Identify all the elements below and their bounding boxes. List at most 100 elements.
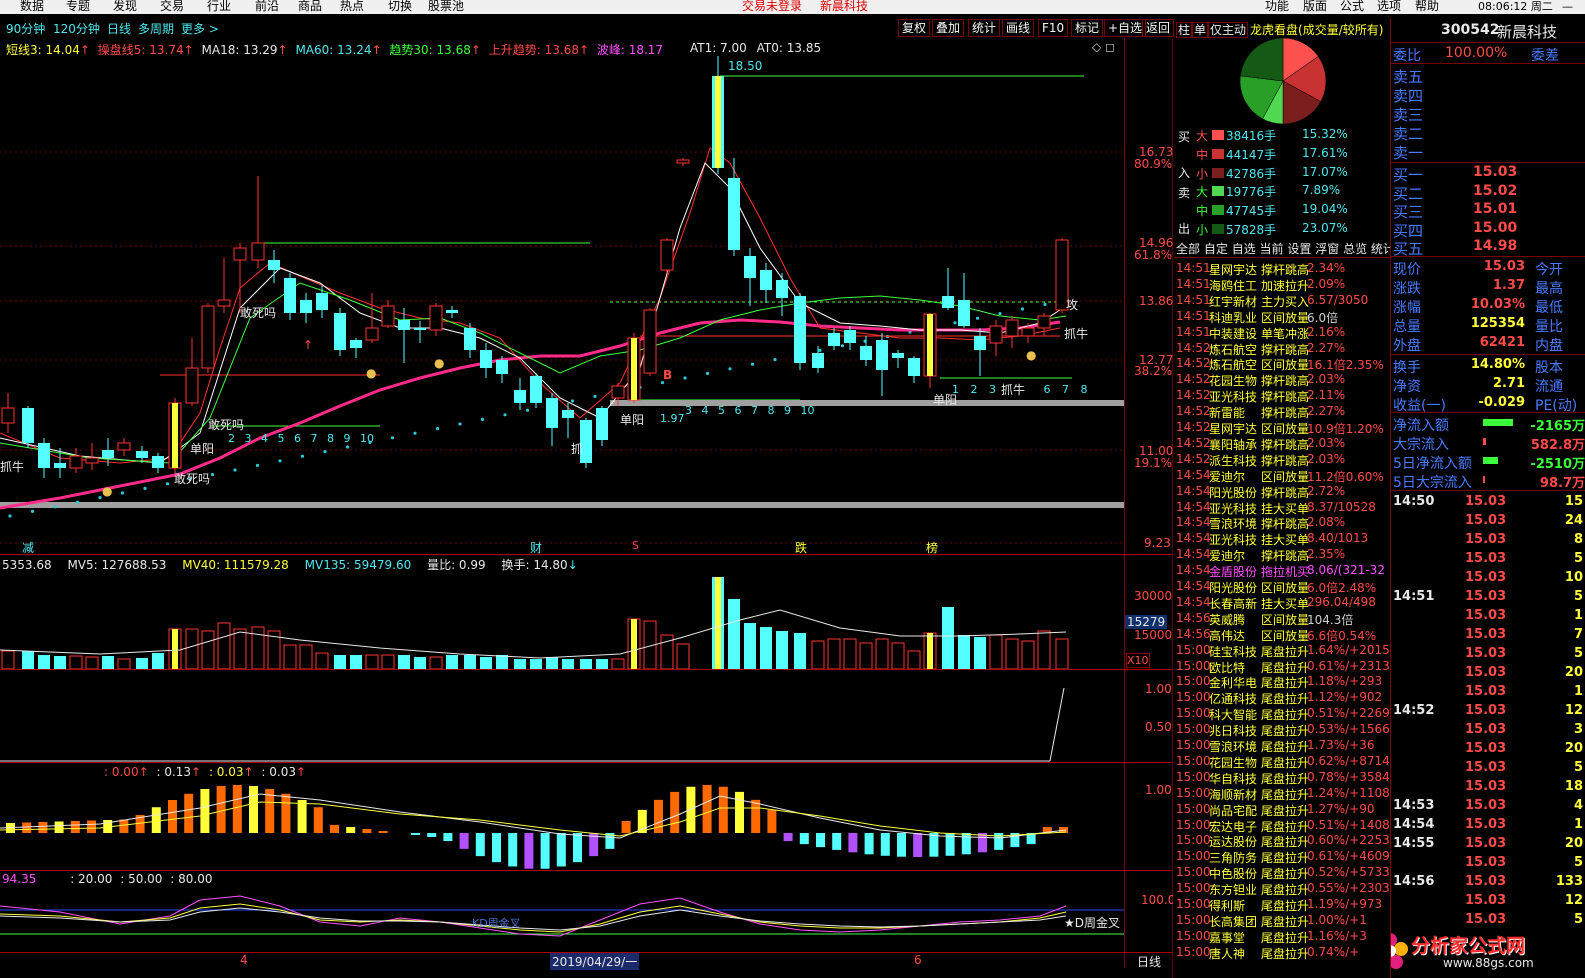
radar-row[interactable]: 15:00 科大智能 尾盘拉升 0.51%/+2269 — [1174, 705, 1390, 722]
radar-row[interactable]: 15:00 金利华电 尾盘拉升 1.18%/+293 — [1174, 673, 1390, 690]
radar-row[interactable]: 14:52 派生科技 撑杆跳高 2.03% — [1174, 451, 1390, 468]
radar-row[interactable]: 14:54 亚光科技 挂大买单 8.37/10528 — [1174, 499, 1390, 516]
bid-row[interactable]: 买二 15.02 — [1391, 182, 1585, 203]
menu-item-industry[interactable]: 行业 — [207, 0, 231, 13]
period-daily[interactable]: 日线 — [107, 20, 131, 37]
radar-row[interactable]: 14:52 炼石航空 撑杆跳高 2.27% — [1174, 340, 1390, 357]
ask-row[interactable]: 卖四 — [1391, 84, 1585, 105]
radar-row[interactable]: 14:54 亚光科技 挂大买单 8.40/1013 — [1174, 530, 1390, 547]
radar-row[interactable]: 14:54 长春高新 挂大买单 296.04/498 — [1174, 594, 1390, 611]
menu-item-hotspot[interactable]: 热点 — [340, 0, 364, 13]
radar-row[interactable]: 15:00 硅宝科技 尾盘拉升 1.64%/+2015 — [1174, 642, 1390, 659]
bid-row[interactable]: 买一 15.03 — [1391, 163, 1585, 184]
period-label[interactable]: 日线 — [1137, 953, 1161, 970]
radar-row[interactable]: 14:51 科迪乳业 区间放量 6.0倍 — [1174, 308, 1390, 325]
radar-row[interactable]: 15:00 嘉事堂 尾盘拉升 1.16%/+3 — [1174, 928, 1390, 945]
radar-row[interactable]: 15:00 长高集团 尾盘拉升 1.00%/+1 — [1174, 912, 1390, 929]
tab-dragon[interactable]: 龙虎看盘(成交量/较所有) — [1250, 23, 1383, 37]
menu-item-stockpool[interactable]: 股票池 — [428, 0, 464, 13]
mark-button[interactable]: 标记 — [1071, 19, 1104, 37]
radar-row[interactable]: 15:00 海顺新材 尾盘拉升 1.24%/+1108 — [1174, 785, 1390, 802]
ask-row[interactable]: 卖二 — [1391, 122, 1585, 143]
period-more[interactable]: 更多 > — [181, 20, 219, 37]
radar-row[interactable]: 15:00 三角防务 尾盘拉升 0.61%/+4609 — [1174, 848, 1390, 865]
menu-item-trade[interactable]: 交易 — [160, 0, 184, 13]
radar-row[interactable]: 14:54 阳光股份 撑杆跳高 2.72% — [1174, 483, 1390, 500]
radar-row[interactable]: 14:51 星网宇达 撑杆跳高 2.34% — [1174, 260, 1390, 277]
tab-bar[interactable]: 柱 — [1176, 22, 1193, 38]
bid-row[interactable]: 买四 15.00 — [1391, 219, 1585, 240]
menu-item-functions[interactable]: 功能 — [1265, 0, 1289, 13]
radar-row[interactable]: 15:00 欧比特 尾盘拉升 0.61%/+2313 — [1174, 658, 1390, 675]
kdj-chart[interactable] — [0, 886, 1124, 952]
menu-item-layout[interactable]: 版面 — [1303, 0, 1327, 13]
menu-item-data[interactable]: 数据 — [20, 0, 44, 13]
chart-area[interactable]: 短线3: 14.04↑ 操盘线5: 13.74↑ MA18: 13.29↑ MA… — [0, 38, 1173, 978]
macd-chart[interactable] — [0, 778, 1124, 870]
filter-custom[interactable]: 自定 — [1204, 242, 1228, 256]
minimize-icon[interactable]: — — [1562, 0, 1573, 13]
f10-button[interactable]: F10 — [1038, 19, 1069, 37]
radar-row[interactable]: 14:54 阳光股份 区间放量 6.0倍2.48% — [1174, 578, 1390, 595]
radar-row[interactable]: 14:51 中装建设 单笔冲涨 2.16% — [1174, 324, 1390, 341]
tick-list[interactable]: 14:50 15.03 15 15.03 24 15.03 8 15.03 5 … — [1391, 493, 1585, 978]
radar-row[interactable]: 14:51 海鸥住工 加速拉升 2.09% — [1174, 276, 1390, 293]
radar-row[interactable]: 14:54 爱迪尔 撑杆跳高 2.35% — [1174, 546, 1390, 563]
draw-button[interactable]: 画线 — [1002, 19, 1035, 37]
filter-settings[interactable]: 设置 — [1287, 242, 1311, 256]
period-multi[interactable]: 多周期 — [138, 20, 174, 37]
bid-row[interactable]: 买三 15.01 — [1391, 200, 1585, 221]
menu-item-discover[interactable]: 发现 — [113, 0, 137, 13]
filter-overview[interactable]: 总览 — [1343, 242, 1367, 256]
bid-row[interactable]: 买五 14.98 — [1391, 237, 1585, 258]
filter-float[interactable]: 浮窗 — [1315, 242, 1339, 256]
stats-button[interactable]: 统计 — [968, 19, 1001, 37]
radar-row[interactable]: 14:56 英威腾 区间放量 104.3倍 — [1174, 610, 1390, 627]
adjust-button[interactable]: 复权 — [898, 19, 931, 37]
menu-item-commodity[interactable]: 商品 — [298, 0, 322, 13]
candlestick-chart[interactable] — [0, 38, 1124, 558]
radar-row[interactable]: 15:00 唐人神 尾盘拉升 0.74%/+ — [1174, 944, 1390, 961]
radar-row[interactable]: 14:54 爱迪尔 区间放量 11.2倍0.60% — [1174, 467, 1390, 484]
menu-item-formula[interactable]: 公式 — [1340, 0, 1364, 13]
radar-row[interactable]: 14:56 高伟达 区间放量 6.6倍0.54% — [1174, 626, 1390, 643]
menu-item-switch[interactable]: 切换 — [388, 0, 412, 13]
radar-row[interactable]: 14:51 红宇新材 主力买入 6.57/3050 — [1174, 292, 1390, 309]
radar-row[interactable]: 15:00 尚品宅配 尾盘拉升 1.27%/+90 — [1174, 801, 1390, 818]
tab-single[interactable]: 单 — [1192, 22, 1209, 38]
indicator1-chart[interactable] — [0, 670, 1124, 762]
radar-row[interactable]: 15:00 运达股份 尾盘拉升 0.60%/+2253 — [1174, 832, 1390, 849]
add-watchlist-button[interactable]: +自选 — [1104, 19, 1147, 37]
filter-watch[interactable]: 自选 — [1232, 242, 1256, 256]
filter-all[interactable]: 全部 — [1176, 242, 1200, 256]
radar-row[interactable]: 15:00 兆日科技 尾盘拉升 0.53%/+1566 — [1174, 721, 1390, 738]
radar-row[interactable]: 14:52 亚光科技 撑杆跳高 2.11% — [1174, 387, 1390, 404]
radar-row[interactable]: 14:52 新雷能 撑杆跳高 2.27% — [1174, 403, 1390, 420]
volume-chart[interactable] — [0, 570, 1124, 670]
period-90min[interactable]: 90分钟 — [6, 20, 45, 37]
ask-row[interactable]: 卖一 — [1391, 141, 1585, 162]
ask-row[interactable]: 卖五 — [1391, 65, 1585, 86]
radar-row[interactable]: 15:00 亿通科技 尾盘拉升 1.12%/+902 — [1174, 689, 1390, 706]
radar-row[interactable]: 14:54 雪浪环境 撑杆跳高 2.08% — [1174, 514, 1390, 531]
menu-item-options[interactable]: 选项 — [1377, 0, 1401, 13]
back-button[interactable]: 返回 — [1142, 19, 1175, 37]
radar-row[interactable]: 14:52 花园生物 撑杆跳高 2.03% — [1174, 371, 1390, 388]
overlay-button[interactable]: 叠加 — [932, 19, 965, 37]
radar-list[interactable]: 14:51 星网宇达 撑杆跳高 2.34% 14:51 海鸥住工 加速拉升 2.0… — [1174, 260, 1390, 978]
ask-row[interactable]: 卖三 — [1391, 103, 1585, 124]
radar-row[interactable]: 15:00 东方钽业 尾盘拉升 0.55%/+2303 — [1174, 880, 1390, 897]
radar-row[interactable]: 15:00 雪浪环境 尾盘拉升 1.73%/+36 — [1174, 737, 1390, 754]
radar-row[interactable]: 15:00 华自科技 尾盘拉升 0.78%/+3584 — [1174, 769, 1390, 786]
menu-item-frontier[interactable]: 前沿 — [255, 0, 279, 13]
radar-row[interactable]: 15:00 宏达电子 尾盘拉升 0.51%/+1408 — [1174, 817, 1390, 834]
period-120min[interactable]: 120分钟 — [53, 20, 100, 37]
radar-row[interactable]: 14:52 星网宇达 区间放量 10.9倍1.20% — [1174, 419, 1390, 436]
filter-stats[interactable]: 统计 — [1371, 242, 1390, 256]
filter-current[interactable]: 当前 — [1260, 242, 1284, 256]
radar-row[interactable]: 15:00 中色股份 尾盘拉升 0.52%/+5733 — [1174, 864, 1390, 881]
menu-item-help[interactable]: 帮助 — [1415, 0, 1439, 13]
radar-row[interactable]: 14:52 炼石航空 区间放量 16.1倍2.35% — [1174, 355, 1390, 372]
radar-row[interactable]: 15:00 得利斯 尾盘拉升 1.19%/+973 — [1174, 896, 1390, 913]
radar-row[interactable]: 14:52 襄阳轴承 撑杆跳高 2.03% — [1174, 435, 1390, 452]
